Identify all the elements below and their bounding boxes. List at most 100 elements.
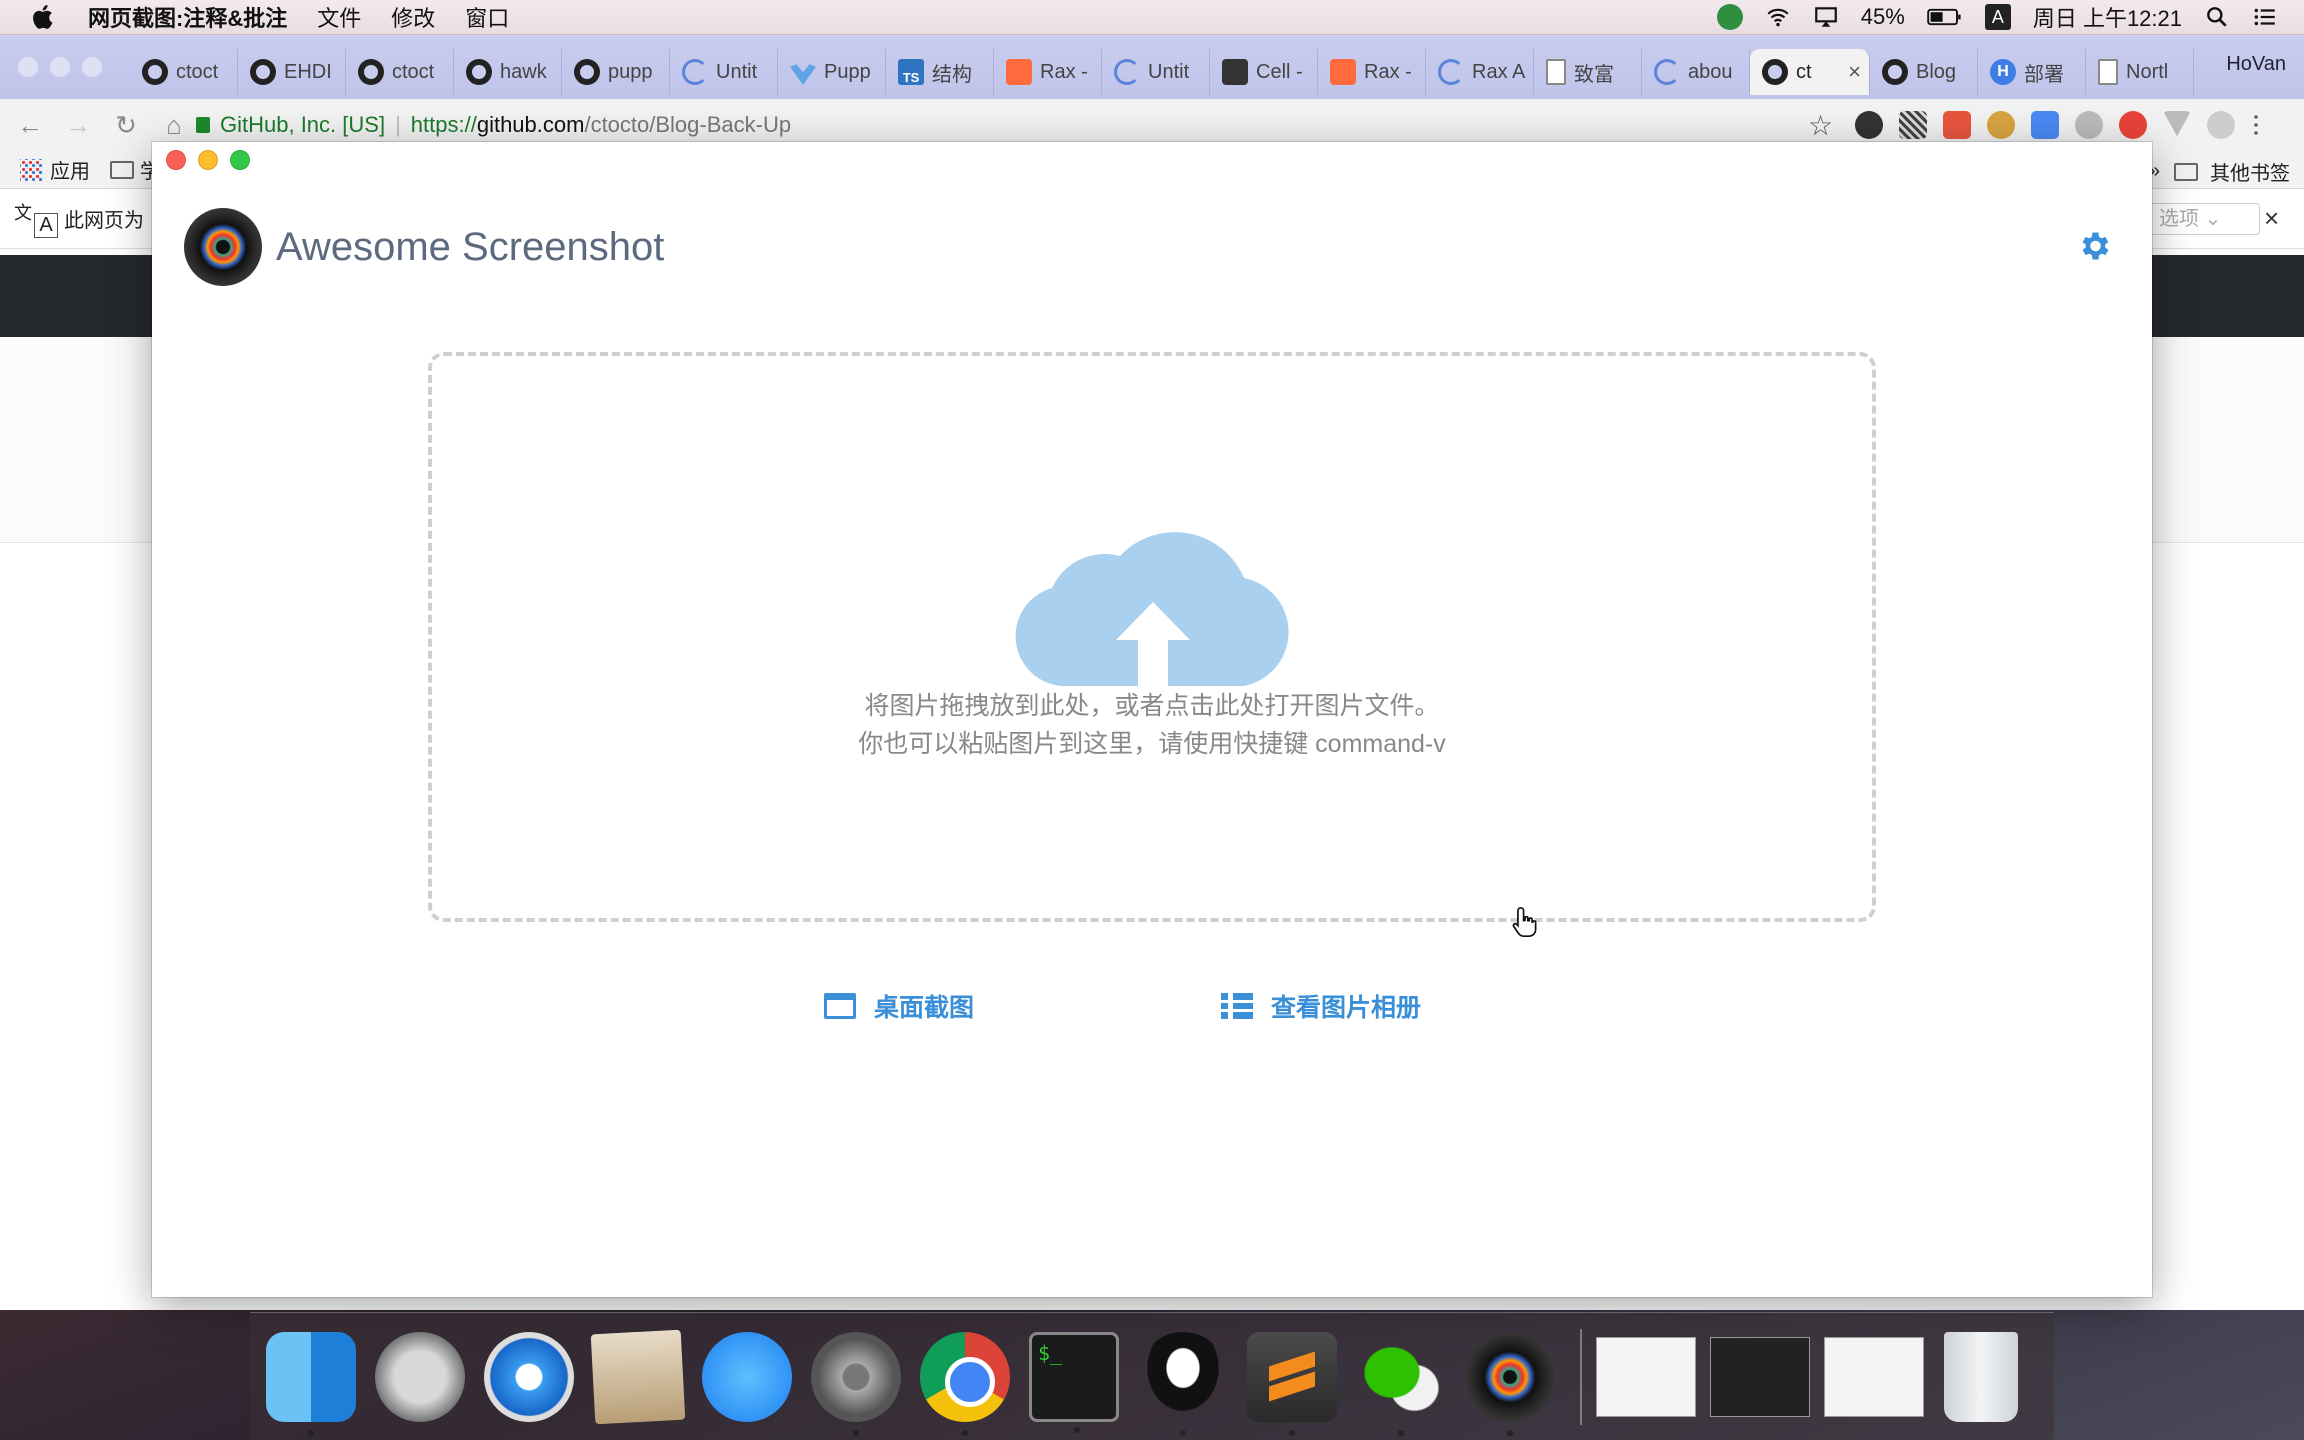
folder-icon[interactable] bbox=[110, 160, 134, 179]
reload-icon[interactable]: ↻ bbox=[108, 107, 144, 143]
cookie-icon[interactable] bbox=[1987, 111, 2015, 139]
forward-arrow-icon[interactable]: → bbox=[60, 107, 96, 143]
browser-tab[interactable]: Nortl bbox=[2086, 49, 2194, 95]
app-title: Awesome Screenshot bbox=[276, 224, 665, 269]
fe-extension-icon[interactable] bbox=[1943, 111, 1971, 139]
awesome-screenshot-dock-icon[interactable] bbox=[1465, 1331, 1555, 1436]
desktop-capture-button[interactable]: 桌面截图 bbox=[824, 988, 974, 1024]
react-devtools-icon[interactable] bbox=[2075, 111, 2103, 139]
tab-label: Nortl bbox=[2126, 60, 2169, 83]
menu-app-name[interactable]: 网页截图:注释&批注 bbox=[88, 1, 287, 33]
home-icon[interactable]: ⌂ bbox=[156, 107, 192, 143]
browser-tab[interactable]: abou bbox=[1642, 49, 1750, 95]
translate-extension-icon[interactable] bbox=[2031, 111, 2059, 139]
window-zoom-button[interactable] bbox=[230, 150, 250, 170]
gear-icon[interactable] bbox=[2076, 228, 2112, 264]
profile-name[interactable]: HoVan bbox=[2226, 53, 2286, 76]
url-host: github.com bbox=[476, 112, 585, 137]
mail-icon[interactable] bbox=[590, 1329, 686, 1424]
browser-zoom-button[interactable] bbox=[82, 57, 102, 77]
image-dropzone[interactable]: 将图片拖拽放到此处，或者点击此处打开图片文件。 你也可以粘贴图片到这里，请使用快… bbox=[428, 352, 1876, 922]
browser-tab[interactable]: pupp bbox=[562, 49, 670, 95]
tab-label: Rax A bbox=[1472, 60, 1526, 83]
tab-label: pupp bbox=[608, 60, 653, 83]
vue-devtools-icon[interactable] bbox=[2163, 111, 2191, 137]
tab-label: Rax - bbox=[1040, 60, 1088, 83]
browser-tab[interactable]: Untit bbox=[670, 49, 778, 95]
close-icon[interactable]: × bbox=[2264, 203, 2279, 234]
menu-file[interactable]: 文件 bbox=[317, 1, 361, 33]
launchpad-icon[interactable] bbox=[375, 1331, 465, 1422]
safari-icon[interactable] bbox=[484, 1331, 574, 1422]
tab-label: ctoct bbox=[392, 60, 435, 83]
browser-tab[interactable]: ctoct bbox=[346, 49, 454, 95]
input-method-icon[interactable]: A bbox=[1984, 4, 2011, 30]
browser-tab[interactable]: Untit bbox=[1102, 49, 1210, 95]
apps-grid-icon[interactable] bbox=[20, 158, 42, 181]
window-close-button[interactable] bbox=[166, 150, 186, 170]
adblock-icon[interactable] bbox=[2119, 111, 2147, 139]
browser-tab[interactable]: Cell - bbox=[1210, 49, 1318, 95]
browser-tab[interactable]: Blog bbox=[1870, 49, 1978, 95]
minimized-window-thumbnail[interactable] bbox=[1596, 1336, 1696, 1417]
other-bookmarks-label[interactable]: 其他书签 bbox=[2210, 157, 2290, 186]
browser-minimize-button[interactable] bbox=[50, 57, 70, 77]
terminal-prompt: $_ bbox=[1038, 1340, 1063, 1365]
browser-tab[interactable]: Rax - bbox=[994, 49, 1102, 95]
spotlight-icon[interactable] bbox=[2204, 4, 2230, 30]
bookmark-apps[interactable]: 应用 bbox=[50, 155, 90, 184]
wifi-icon[interactable] bbox=[1765, 4, 1791, 30]
airplay-icon[interactable] bbox=[1813, 4, 1839, 30]
browser-tab[interactable]: hawk bbox=[454, 49, 562, 95]
running-indicator bbox=[308, 1429, 314, 1436]
finder-icon[interactable] bbox=[266, 1331, 356, 1436]
browser-tab[interactable]: TS 结构 bbox=[886, 49, 994, 95]
address-bar[interactable]: GitHub, Inc. [US] | https://github.com/c… bbox=[196, 105, 1831, 145]
browser-tab[interactable]: 致富 bbox=[1534, 49, 1642, 95]
translate-icon bbox=[14, 199, 58, 239]
close-icon[interactable]: × bbox=[1848, 59, 1861, 85]
browser-tab[interactable]: EHDI bbox=[238, 49, 346, 95]
browser-tab[interactable]: Rax A bbox=[1426, 49, 1534, 95]
document-icon bbox=[1546, 59, 1566, 85]
sublime-text-icon[interactable] bbox=[1247, 1331, 1337, 1436]
terminal-icon[interactable]: $_ bbox=[1029, 1331, 1119, 1433]
wechat-icon[interactable] bbox=[1356, 1331, 1446, 1436]
minimized-window-thumbnail[interactable] bbox=[1710, 1336, 1810, 1417]
menu-edit[interactable]: 修改 bbox=[391, 1, 435, 33]
view-album-button[interactable]: 查看图片相册 bbox=[1221, 988, 1421, 1024]
chrome-icon[interactable] bbox=[920, 1331, 1010, 1436]
extension-grey-icon[interactable] bbox=[2207, 111, 2235, 139]
notification-center-icon[interactable] bbox=[2252, 4, 2278, 30]
other-bookmarks[interactable]: » 其他书签 bbox=[2149, 157, 2290, 186]
loading-icon bbox=[1438, 59, 1464, 85]
browser-tab[interactable]: Rax - bbox=[1318, 49, 1426, 95]
vpn-icon[interactable] bbox=[1716, 4, 1743, 30]
github-icon bbox=[358, 59, 384, 85]
browser-close-button[interactable] bbox=[18, 57, 38, 77]
running-indicator bbox=[853, 1429, 859, 1436]
browser-tab[interactable]: ctoct bbox=[130, 49, 238, 95]
battery-icon[interactable] bbox=[1927, 4, 1963, 30]
browser-tab[interactable]: H 部署 bbox=[1978, 49, 2086, 95]
qq-icon[interactable] bbox=[1138, 1331, 1228, 1436]
menu-window[interactable]: 窗口 bbox=[465, 1, 509, 33]
system-preferences-icon[interactable] bbox=[811, 1331, 901, 1436]
chrome-menu-icon[interactable] bbox=[2251, 111, 2261, 139]
translate-options-select[interactable]: 选项 ⌄ bbox=[2150, 203, 2260, 235]
browser-tab[interactable]: ct × bbox=[1750, 49, 1870, 95]
list-grid-icon bbox=[1221, 993, 1253, 1019]
window-minimize-button[interactable] bbox=[198, 150, 218, 170]
apple-menu-icon[interactable] bbox=[30, 3, 58, 31]
extension-icon[interactable] bbox=[1855, 111, 1883, 139]
app-store-icon[interactable] bbox=[702, 1331, 792, 1422]
browser-tab[interactable]: Pupp bbox=[778, 49, 886, 95]
menu-clock[interactable]: 周日 上午12:21 bbox=[2033, 1, 2182, 33]
dock-divider bbox=[1580, 1328, 1582, 1425]
back-arrow-icon[interactable]: ← bbox=[12, 107, 48, 143]
tab-label: 结构 bbox=[932, 63, 972, 86]
qrcode-icon[interactable] bbox=[1899, 111, 1927, 139]
trash-icon[interactable] bbox=[1944, 1331, 2018, 1422]
minimized-window-thumbnail[interactable] bbox=[1824, 1336, 1924, 1417]
bookmark-star-icon[interactable]: ☆ bbox=[1808, 109, 1833, 142]
